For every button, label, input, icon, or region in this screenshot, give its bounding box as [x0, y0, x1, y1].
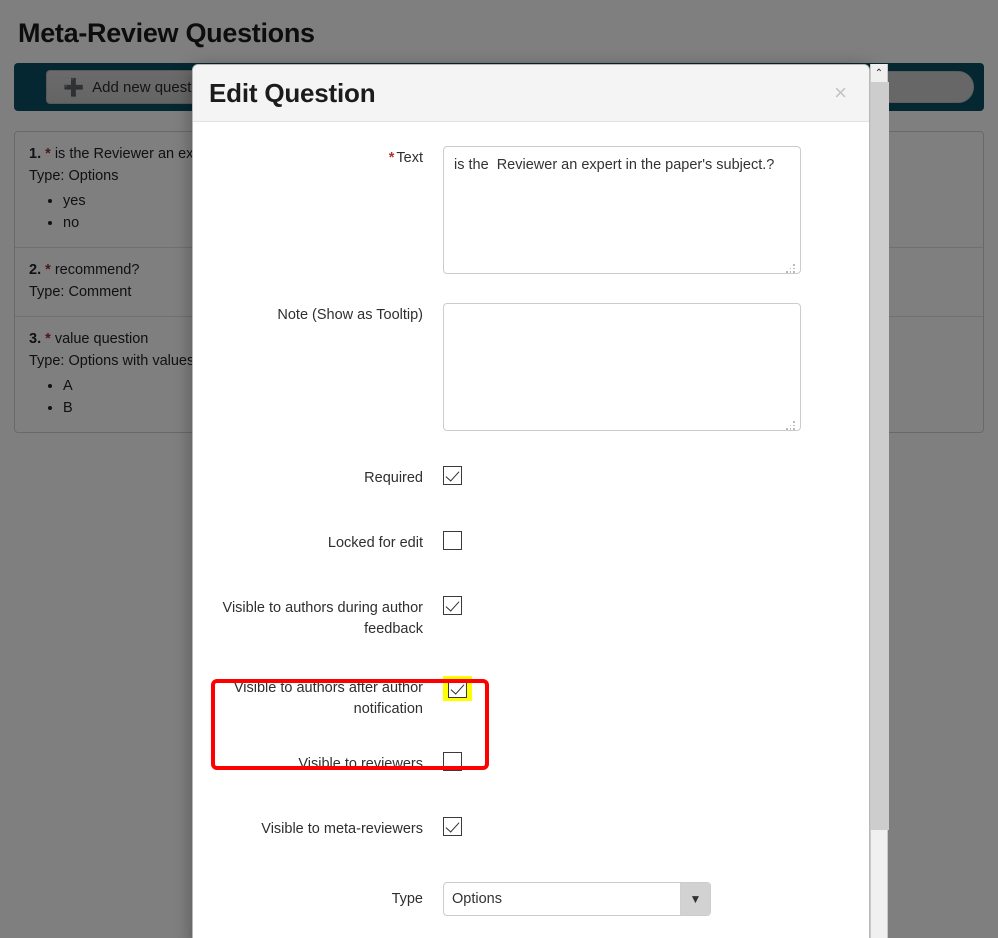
label-visible-authors-notification: Visible to authors after author notifica… [233, 680, 423, 718]
label-locked: Locked for edit [327, 535, 423, 552]
label-note: Note (Show as Tooltip) [277, 307, 423, 323]
control-type: Options Comment Options with values ▼ [443, 882, 861, 917]
highlight-marker [443, 676, 472, 702]
modal-body: *Text Note (Show as Tooltip) [193, 122, 869, 938]
field-row-type: Type Options Comment Options with values… [193, 882, 869, 917]
control-note [443, 303, 861, 436]
close-icon[interactable]: × [830, 80, 851, 106]
note-tooltip-input[interactable] [443, 303, 801, 431]
field-row-note: Note (Show as Tooltip) [193, 303, 869, 436]
visible-authors-notification-checkbox[interactable] [448, 679, 467, 699]
control-text [443, 146, 861, 279]
required-checkbox[interactable] [443, 466, 462, 485]
field-row-locked: Locked for edit [193, 531, 869, 554]
control-visible-authors-notification [443, 676, 861, 702]
visible-authors-feedback-checkbox[interactable] [443, 596, 462, 616]
control-required [443, 466, 861, 485]
label-visible-reviewers: Visible to reviewers [298, 756, 423, 773]
field-row-visible-reviewers: Visible to reviewers [193, 752, 869, 775]
edit-question-modal: Edit Question × *Text Note (Sh [192, 64, 870, 938]
field-row-text: * Text [193, 146, 869, 279]
modal-title: Edit Question [209, 77, 376, 108]
label-visible-authors-feedback: Visible to authors during author feedbac… [222, 600, 423, 638]
label-visible-meta-reviewers: Visible to meta-reviewers [261, 821, 423, 838]
visible-meta-reviewers-checkbox[interactable] [443, 817, 462, 837]
visible-reviewers-checkbox[interactable] [443, 752, 462, 772]
label-text-value: Text [396, 150, 423, 166]
modal-scrollbar[interactable]: ⌃ [870, 64, 889, 938]
label-type: Type [391, 891, 423, 908]
required-star: * [388, 150, 395, 166]
locked-for-edit-checkbox[interactable] [443, 531, 462, 551]
field-row-visible-meta-reviewers: Visible to meta-reviewers [193, 817, 869, 840]
question-text-input[interactable] [443, 146, 801, 274]
scrollbar-thumb[interactable] [871, 82, 889, 830]
modal-header: Edit Question × [193, 65, 869, 122]
question-type-select[interactable]: Options Comment Options with values [443, 882, 711, 917]
field-row-required: Required [193, 466, 869, 489]
control-visible-authors-feedback [443, 596, 861, 616]
label-text: * Text [193, 146, 443, 169]
control-locked [443, 531, 861, 551]
field-row-visible-authors-notification: Visible to authors after author notifica… [193, 676, 869, 720]
label-required: Required [364, 470, 423, 486]
control-visible-meta-reviewers [443, 817, 861, 837]
scroll-up-icon[interactable]: ⌃ [871, 64, 887, 82]
field-row-visible-authors-feedback: Visible to authors during author feedbac… [193, 596, 869, 640]
control-visible-reviewers [443, 752, 861, 772]
